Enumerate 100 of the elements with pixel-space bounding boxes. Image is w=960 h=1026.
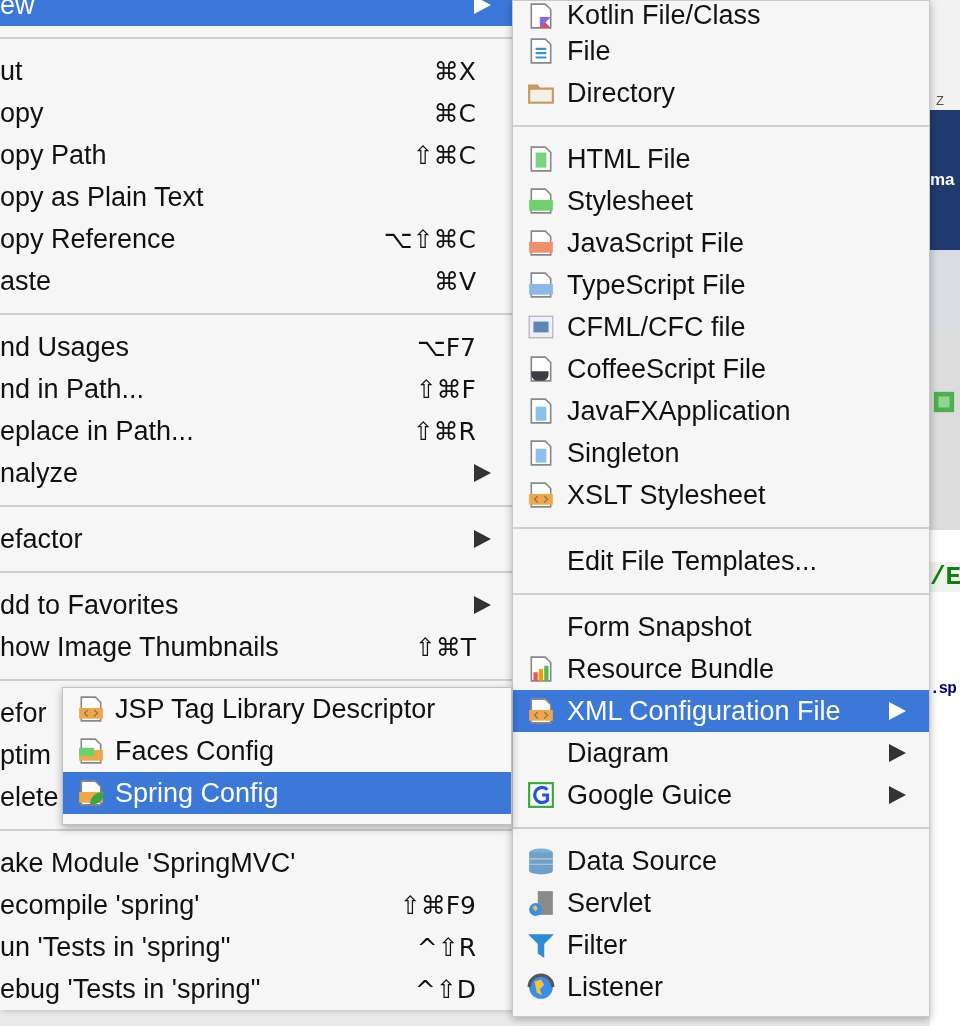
menu-item[interactable]: Edit File Templates...	[513, 540, 929, 582]
caption-text: Z	[935, 93, 944, 110]
item-label: Resource Bundle	[567, 653, 775, 685]
menu-item[interactable]: JSP Tag Library Descriptor	[63, 688, 511, 730]
menu-item[interactable]: TypeScript File	[513, 264, 929, 306]
item-label: CFML/CFC file	[567, 311, 746, 343]
menu-item[interactable]: ecompile 'spring' ⇧⌘F9	[0, 884, 512, 926]
item-label: Filter	[567, 929, 627, 961]
javascript-file-icon	[527, 229, 555, 257]
menu-item[interactable]: Listener	[513, 966, 929, 1008]
menu-item[interactable]: Data Source	[513, 840, 929, 882]
menu-item[interactable]: Kotlin File/Class	[513, 1, 929, 30]
item-label: eplace in Path...	[0, 415, 194, 447]
item-label: ebug 'Tests in 'spring''	[0, 973, 261, 1005]
menu-item[interactable]: Form Snapshot	[513, 606, 929, 648]
shortcut-label: ⇧⌘F	[415, 374, 476, 404]
item-label: Diagram	[567, 737, 670, 769]
item-label: nd in Path...	[0, 373, 145, 405]
menu-item[interactable]: Resource Bundle	[513, 648, 929, 690]
xml-file-icon	[77, 695, 105, 723]
database-icon	[527, 847, 555, 875]
server-globe-icon	[527, 889, 555, 917]
item-label: how Image Thumbnails	[0, 631, 279, 663]
globe-icon	[527, 973, 555, 1001]
jsf-file-icon	[77, 737, 105, 765]
menu-item[interactable]: aste ⌘V	[0, 260, 512, 302]
wallpaper-text: ma	[930, 170, 955, 190]
menu-item[interactable]: Faces Config	[63, 730, 511, 772]
item-label: opy Reference	[0, 223, 176, 255]
menu-item[interactable]: efactor	[0, 518, 512, 560]
menu-item[interactable]: eplace in Path... ⇧⌘R	[0, 410, 512, 452]
code-text: /E	[930, 562, 960, 592]
item-label: Spring Config	[115, 777, 279, 809]
item-label: Singleton	[567, 437, 680, 469]
menu-item[interactable]: Stylesheet	[513, 180, 929, 222]
funnel-icon	[527, 931, 555, 959]
typescript-file-icon	[527, 271, 555, 299]
menu-item[interactable]: JavaScript File	[513, 222, 929, 264]
menu-item[interactable]: opy as Plain Text	[0, 176, 512, 218]
menu-item[interactable]: CFML/CFC file	[513, 306, 929, 348]
menu-item[interactable]: nalyze	[0, 452, 512, 494]
code-text: .sp	[930, 680, 957, 698]
menu-item[interactable]: Singleton	[513, 432, 929, 474]
item-label: Edit File Templates...	[567, 545, 818, 577]
item-label: TypeScript File	[567, 269, 746, 301]
item-label: HTML File	[567, 143, 691, 175]
menu-item[interactable]: Filter	[513, 924, 929, 966]
menu-item[interactable]: Directory	[513, 72, 929, 114]
item-label: XML Configuration File	[567, 695, 841, 727]
menu-item[interactable]: File	[513, 30, 929, 72]
menu-item[interactable]: ake Module 'SpringMVC'	[0, 842, 512, 884]
item-label: Stylesheet	[567, 185, 694, 217]
menu-item[interactable]: Servlet	[513, 882, 929, 924]
item-label: nalyze	[0, 457, 79, 489]
shortcut-label: ⌘X	[433, 56, 476, 86]
item-label: File	[567, 35, 611, 67]
shortcut-label: ⇧⌘R	[412, 416, 476, 446]
menu-item[interactable]: Google Guice	[513, 774, 929, 816]
css-file-icon	[527, 187, 555, 215]
item-label: aste	[0, 265, 52, 297]
menu-item[interactable]: dd to Favorites	[0, 584, 512, 626]
item-label: JavaFXApplication	[567, 395, 791, 427]
guice-icon	[527, 781, 555, 809]
menu-item[interactable]: ebug 'Tests in 'spring'' ^⇧D	[0, 968, 512, 1010]
item-label: opy Path	[0, 139, 107, 171]
item-label: nd Usages	[0, 331, 130, 363]
shortcut-label: ⌘V	[433, 266, 476, 296]
item-label: Google Guice	[567, 779, 733, 811]
shortcut-label: ^⇧R	[416, 932, 476, 962]
menu-item[interactable]: XML Configuration File	[513, 690, 929, 732]
menu-item[interactable]: nd Usages ⌥F7	[0, 326, 512, 368]
chip-icon[interactable]	[932, 390, 956, 414]
menu-item[interactable]: XSLT Stylesheet	[513, 474, 929, 516]
cf-file-icon	[527, 313, 555, 341]
menu-item[interactable]: how Image Thumbnails ⇧⌘T	[0, 626, 512, 668]
item-label: Directory	[567, 77, 675, 109]
shortcut-label: ⇧⌘C	[412, 140, 476, 170]
item-label: Form Snapshot	[567, 611, 752, 643]
item-label: ake Module 'SpringMVC'	[0, 847, 296, 879]
menu-item[interactable]: opy Reference ⌥⇧⌘C	[0, 218, 512, 260]
item-label: Data Source	[567, 845, 718, 877]
menu-item[interactable]: Diagram	[513, 732, 929, 774]
menu-item[interactable]: Spring Config	[63, 772, 511, 814]
menu-item[interactable]: un 'Tests in 'spring'' ^⇧R	[0, 926, 512, 968]
menu-item[interactable]: JavaFXApplication	[513, 390, 929, 432]
menu-item[interactable]: HTML File	[513, 138, 929, 180]
shortcut-label: ⇧⌘T	[414, 632, 476, 662]
item-label: ut	[0, 55, 23, 87]
menu-item[interactable]: ut ⌘X	[0, 50, 512, 92]
menu-item[interactable]: opy Path ⇧⌘C	[0, 134, 512, 176]
item-label: Faces Config	[115, 735, 275, 767]
item-label: Listener	[567, 971, 664, 1003]
xml-file-icon	[527, 697, 555, 725]
item-label: CoffeeScript File	[567, 353, 767, 385]
menu-item[interactable]: nd in Path... ⇧⌘F	[0, 368, 512, 410]
menu-item[interactable]: opy ⌘C	[0, 92, 512, 134]
menu-item[interactable]: CoffeeScript File	[513, 348, 929, 390]
item-label: JSP Tag Library Descriptor	[115, 693, 436, 725]
item-label: Kotlin File/Class	[567, 0, 761, 31]
item-label: dd to Favorites	[0, 589, 179, 621]
